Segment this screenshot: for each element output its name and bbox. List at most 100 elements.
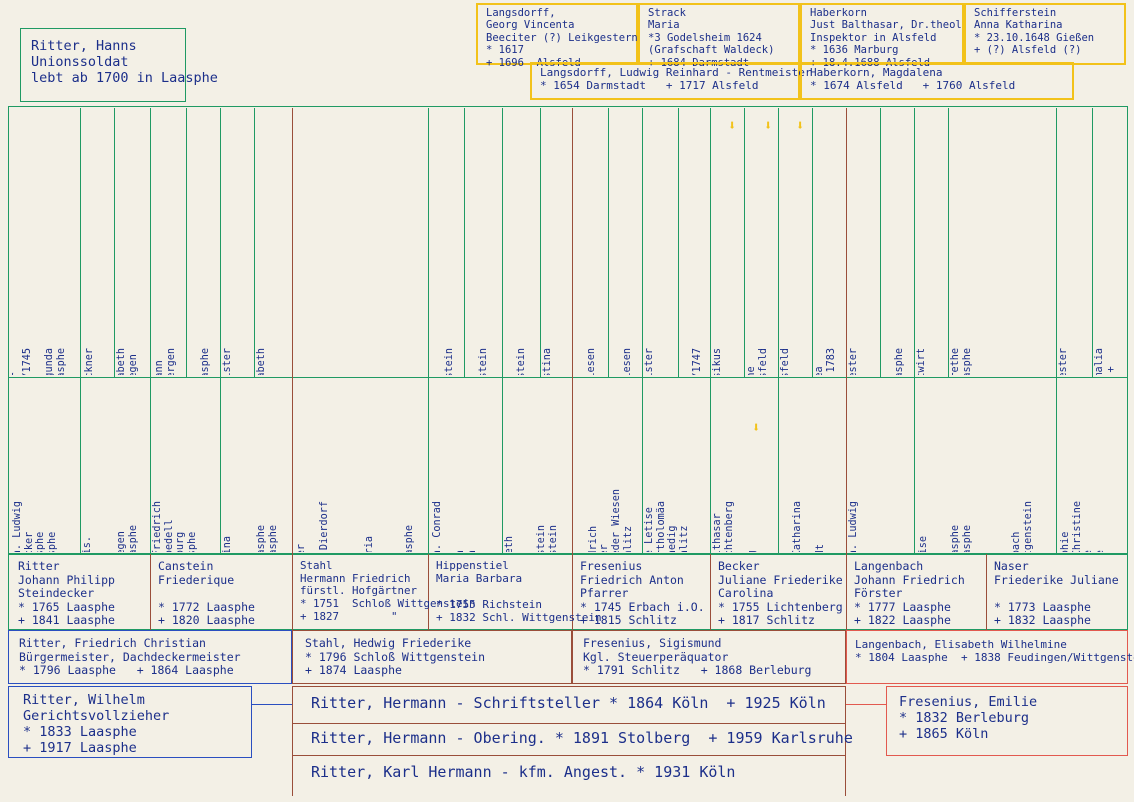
gen4-text-10: Hippenstiel, Joh. Conrad Bauer * 1721 Ri… bbox=[432, 501, 479, 552]
gen4-text-17: Langenbach, Joh. Ludwig Metzgermeister *… bbox=[848, 501, 895, 552]
gen4-cell-2: Latsch, Margarethe Elis. bbox=[82, 380, 112, 552]
gen5-text-16: Lorenz, Maria aus Hildesheim zw. 1741/17… bbox=[680, 348, 703, 375]
gen5-cell-16: Lorenz, Maria aus Hildesheim zw. 1741/17… bbox=[680, 108, 708, 375]
connector-line bbox=[252, 704, 292, 705]
col-line bbox=[428, 108, 429, 554]
gen5-cell-15: Bellini de Letise, Domenico - Hauptmeist… bbox=[644, 108, 676, 375]
gen5-text-1: Ritter, Andreas - Musketier * 1704 Laasp… bbox=[10, 348, 33, 375]
col-line bbox=[846, 108, 847, 554]
gen4-text-16: Langsdorff Juliane Wilhelmine Catharina … bbox=[780, 501, 827, 552]
gen4-cell-11: Drescher, Anna Elisabeth bbox=[504, 380, 534, 552]
gen4-text-2: Latsch, Margarethe Elis. bbox=[82, 536, 94, 552]
gen3-naser-friederike: Naser Friederike Juliane * 1773 Laasphe … bbox=[994, 559, 1119, 628]
gen4-text-8: Anna Maria bbox=[364, 536, 376, 552]
gen4-cell-4: Canstein, Friedrich Justizamtspedell * 1… bbox=[152, 380, 218, 552]
box-haberkorn-just: Haberkorn Just Balthasar, Dr.theol. Insp… bbox=[800, 3, 968, 69]
gen5-cell-3: Latsch, Johann Henrich - Glöckner * 1712… bbox=[84, 108, 112, 375]
col-line bbox=[744, 108, 745, 377]
gen4-text-11: Drescher, Anna Elisabeth bbox=[504, 536, 516, 552]
gen5-text-23: Renno, Gustav - Bäcker, Kornbrenner, Gas… bbox=[916, 348, 939, 375]
gen3-becker-juliane: Becker Juliane Friederike Carolina * 175… bbox=[718, 559, 843, 628]
gen5-cell-4: Arndorff, Katharina Elisabeth * 1700 Sie… bbox=[116, 108, 148, 375]
gen5-cell-14: Metz, Maria Margaretha * 1684 Merxheim +… bbox=[610, 108, 642, 375]
gen5-text-4: Arndorff, Katharina Elisabeth * 1700 Sie… bbox=[116, 348, 139, 375]
gen2-box-stahl-hedwig: Stahl, Hedwig Friederike * 1796 Schloß W… bbox=[292, 630, 572, 684]
box-haberkorn-magdalena: Haberkorn, Magdalena * 1674 Alsfeld + 17… bbox=[800, 62, 1074, 100]
gen5-text-25: Mengel, Joh. Christian - Sattler, Kirche… bbox=[1058, 348, 1081, 375]
gen4-text-9: * 1707 + 1785 Laasphe bbox=[392, 525, 415, 552]
gen5-text-13: Fresenius, Joh. Wilhelm - Pfarrer * 1687… bbox=[574, 348, 597, 375]
gen3-canstein-friederique: Canstein Friederique * 1772 Laasphe + 18… bbox=[158, 559, 255, 628]
box-schifferstein-anna: Schifferstein Anna Katharina * 23.10.164… bbox=[964, 3, 1126, 65]
gen5-text-7: Schlaf, Johann Henrich - Leineweber meis… bbox=[222, 348, 245, 375]
gen5-text-3: Latsch, Johann Henrich - Glöckner * 1712… bbox=[84, 348, 107, 375]
gen4-cell-17: Langenbach, Joh. Ludwig Metzgermeister *… bbox=[848, 380, 912, 552]
gen5-cell-1: Ritter, Andreas - Musketier * 1704 Laasp… bbox=[10, 108, 38, 375]
gen4-text-7: Stahl, Johann Peter Zimmermeister * 1691… bbox=[296, 501, 343, 552]
col-line bbox=[642, 108, 643, 554]
gen5-text-22: Reuter, Anna Justina * 1722 Laasphe + 17… bbox=[882, 348, 905, 375]
gen4-text-13: Fresenius Joh. Friedrich Oberpfarrer * 1… bbox=[588, 489, 634, 552]
gen5-text-19: Langsdorff, Heinr. Wilh. - Rat in Alsfel… bbox=[780, 348, 803, 375]
gen1-box-ritter-karl: Ritter, Karl Hermann - kfm. Angest. * 19… bbox=[292, 756, 846, 796]
yellow-arrow-icon: ⬇ bbox=[728, 118, 737, 134]
gen1-box-ritter-hermann-writer: Ritter, Hermann - Schriftsteller * 1864 … bbox=[292, 686, 846, 724]
col-line bbox=[150, 108, 151, 554]
gen5-text-2: Anna Kunigunda + 1748 Laasphe bbox=[44, 348, 67, 375]
gen4-cell-10: Hippenstiel, Joh. Conrad Bauer * 1721 Ri… bbox=[432, 380, 498, 552]
col-line bbox=[502, 108, 503, 554]
col-line bbox=[254, 108, 255, 377]
gen4-cell-5: Schlaf, Maria Catharina bbox=[222, 380, 252, 552]
col-line bbox=[710, 108, 711, 554]
gen4-text-5: Schlaf, Maria Catharina bbox=[222, 536, 234, 552]
gen5-text-10: Baenfer, Elisabeth * 1681/1683 Richstein… bbox=[466, 348, 489, 375]
gen5-text-5: von Canstein, Friedrich Ludw. - Hauptman… bbox=[154, 348, 177, 375]
gen4-text-20: Naser, Leonhard Hofschneider * 1735 Burg… bbox=[988, 501, 1035, 552]
gen4-cell-9: * 1707 + 1785 Laasphe bbox=[392, 380, 426, 552]
col-line bbox=[464, 108, 465, 377]
gen5-cell-12: Krämer, Anna Christina * 1692 Elsoff bbox=[542, 108, 570, 375]
col-line bbox=[220, 108, 221, 554]
gen5-cell-5: von Canstein, Friedrich Ludw. - Hauptman… bbox=[154, 108, 186, 375]
family-tree-sheet: Ritter, Hanns Unionssoldat lebt ab 1700 … bbox=[0, 0, 1134, 802]
ritter-hanns-text: Ritter, Hanns Unionssoldat lebt ab 1700 … bbox=[31, 38, 218, 86]
gen5-text-9: Hippenstiel, Joh. Caspar * 1687 Richstei… bbox=[432, 348, 455, 375]
haberkorn-magdalena-text: Haberkorn, Magdalena * 1674 Alsfeld + 17… bbox=[810, 66, 1016, 92]
gen5-text-18: Kohlermann, Sophia Juliane * 1676 Gießen… bbox=[746, 348, 769, 375]
gen2-langenbach-elisabeth-text: Langenbach, Elisabeth Wilhelmine * 1804 … bbox=[855, 638, 1134, 664]
gen5-text-21: Langenbach, Joh. Georg - Kirchenältester… bbox=[848, 348, 871, 375]
gen4-cell-1: Ritter, Joh. Ludwig Hofsteindecker * 173… bbox=[12, 380, 72, 552]
gen5-cell-22: Reuter, Anna Justina * 1722 Laasphe + 17… bbox=[882, 108, 912, 375]
col-line bbox=[778, 108, 779, 554]
gen4-cell-21: Schneider, Sophie Mengel, Anna Christine… bbox=[1060, 380, 1124, 552]
col-line bbox=[186, 108, 187, 377]
gen4-text-1: Ritter, Joh. Ludwig Hofsteindecker * 173… bbox=[12, 501, 59, 552]
gen1-fresenius-emilie-text: Fresenius, Emilie * 1832 Berleburg + 186… bbox=[899, 694, 1038, 742]
gen1-box-fresenius-emilie: Fresenius, Emilie * 1832 Berleburg + 186… bbox=[886, 686, 1128, 756]
gen5-text-6: Blecher, Anna Elisabeth * 1718 Laasphe +… bbox=[188, 348, 211, 375]
gen5-cell-19: Langsdorff, Heinr. Wilh. - Rat in Alsfel… bbox=[780, 108, 810, 375]
gen4-cell-13: Fresenius Joh. Friedrich Oberpfarrer * 1… bbox=[576, 380, 640, 552]
grid-divider bbox=[8, 377, 1128, 378]
gen5-cell-7: Schlaf, Johann Henrich - Leineweber meis… bbox=[222, 108, 252, 375]
gen4-text-21: Schneider, Sophie Mengel, Anna Christine… bbox=[1060, 501, 1107, 552]
gen5-cell-26: Weiel, Sophia Amalia * 1720 Laasphe + bbox=[1094, 108, 1124, 375]
gen4-text-3: * 1730 Siegen + 1807 Laasphe bbox=[116, 525, 139, 552]
gen5-cell-18: Kohlermann, Sophia Juliane * 1676 Gießen… bbox=[746, 108, 778, 375]
gen1-ritter-wilhelm-text: Ritter, Wilhelm Gerichtsvollzieher * 183… bbox=[23, 692, 170, 756]
haberkorn-just-text: Haberkorn Just Balthasar, Dr.theol. Insp… bbox=[810, 7, 969, 69]
gen5-text-11: Drescher, Johann Georg * 1680 Richstein … bbox=[504, 348, 527, 375]
gen1-box-ritter-hermann-ing: Ritter, Hermann - Obering. * 1891 Stolbe… bbox=[292, 724, 853, 756]
gen5-cell-23: Renno, Gustav - Bäcker, Kornbrenner, Gas… bbox=[916, 108, 946, 375]
gen5-cell-24: Hartenroth, Johanna Margarethe * 1736 La… bbox=[950, 108, 980, 375]
gen4-cell-6: * 1751 Laasphe + 1818 Laasphe bbox=[256, 380, 290, 552]
col-line bbox=[880, 108, 881, 377]
gen5-cell-8: Weber, Sophia Christiana Anna Elisabeth … bbox=[256, 108, 292, 375]
box-langsdorff-georg: Langsdorff, Georg Vincenta Beeciter (?) … bbox=[476, 3, 638, 69]
gen1-ritter-hermann-ing-text: Ritter, Hermann - Obering. * 1891 Stolbe… bbox=[311, 729, 853, 747]
gen5-cell-13: Fresenius, Joh. Wilhelm - Pfarrer * 1687… bbox=[574, 108, 606, 375]
yellow-arrow-icon: ⬇ bbox=[764, 118, 773, 134]
schifferstein-anna-text: Schifferstein Anna Katharina * 23.10.164… bbox=[974, 7, 1095, 57]
strack-maria-text: Strack Maria *3 Godelsheim 1624 (Grafsch… bbox=[648, 7, 775, 69]
gen3-hippenstiel-maria-barbara: Hippenstiel Maria Barbara * 1755 Richste… bbox=[436, 559, 602, 624]
